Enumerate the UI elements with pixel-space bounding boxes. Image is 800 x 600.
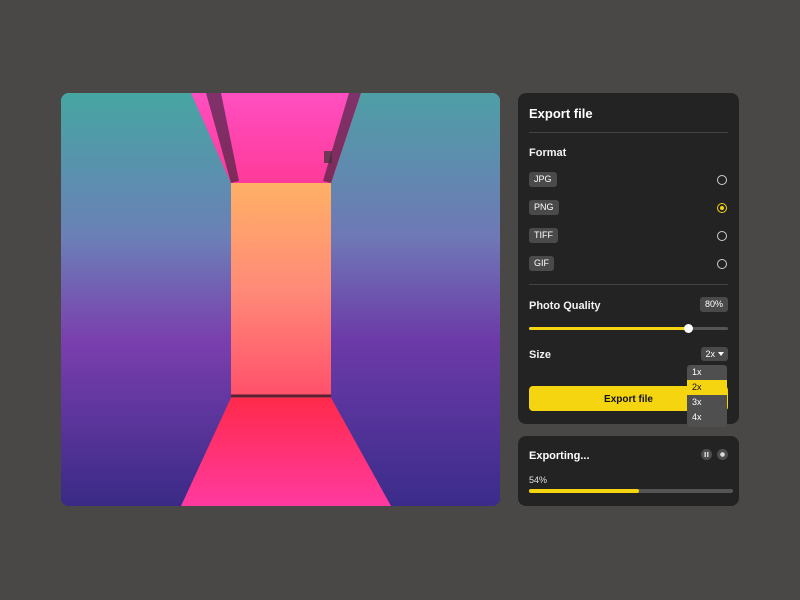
panel-title: Export file: [529, 106, 593, 121]
photo-preview: [61, 93, 500, 506]
radio-icon[interactable]: [717, 259, 727, 269]
size-option-3x[interactable]: 3x: [687, 395, 727, 410]
progress-percent: 54%: [529, 475, 547, 485]
radio-icon[interactable]: [717, 231, 727, 241]
stop-icon[interactable]: [717, 449, 728, 460]
format-label: Format: [529, 147, 566, 159]
export-progress-panel: Exporting... 54%: [518, 436, 739, 506]
format-chip: GIF: [529, 256, 554, 271]
size-option-4x[interactable]: 4x: [687, 410, 727, 425]
divider: [529, 284, 728, 285]
divider: [529, 132, 728, 133]
format-option-jpg[interactable]: JPG: [529, 172, 728, 188]
format-option-png[interactable]: PNG: [529, 200, 728, 216]
quality-slider[interactable]: [529, 327, 728, 330]
quality-slider-thumb[interactable]: [684, 324, 693, 333]
format-chip: JPG: [529, 172, 557, 187]
pause-icon[interactable]: [701, 449, 712, 460]
format-chip: TIFF: [529, 228, 558, 243]
size-dropdown: 1x 2x 3x 4x: [687, 365, 727, 427]
progress-title: Exporting...: [529, 450, 590, 462]
radio-icon[interactable]: [717, 175, 727, 185]
format-chip: PNG: [529, 200, 559, 215]
quality-slider-fill: [529, 327, 688, 330]
size-option-2x[interactable]: 2x: [687, 380, 727, 395]
size-select[interactable]: 2x: [701, 347, 728, 361]
progress-bar: [529, 489, 733, 493]
radio-selected-icon[interactable]: [717, 203, 727, 213]
format-option-tiff[interactable]: TIFF: [529, 228, 728, 244]
format-option-gif[interactable]: GIF: [529, 256, 728, 272]
quality-value-badge: 80%: [700, 297, 728, 312]
progress-bar-fill: [529, 489, 639, 493]
size-selected-value: 2x: [705, 347, 715, 361]
size-option-1x[interactable]: 1x: [687, 365, 727, 380]
quality-label: Photo Quality: [529, 300, 601, 312]
size-label: Size: [529, 349, 551, 361]
chevron-down-icon: [718, 352, 724, 356]
neon-hallway-image: [61, 93, 500, 506]
